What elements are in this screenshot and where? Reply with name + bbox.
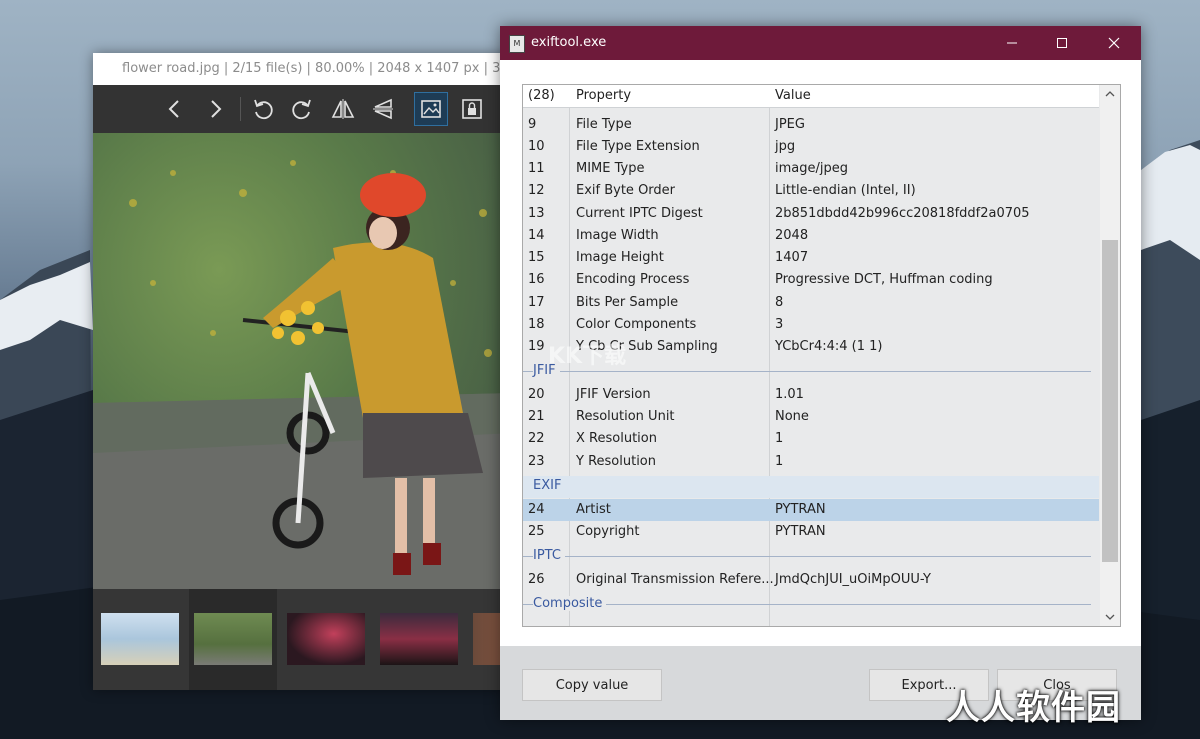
minimize-icon[interactable] xyxy=(987,26,1037,60)
group-header-iptc[interactable]: IPTC xyxy=(523,546,1099,568)
girl-with-bicycle-photo xyxy=(93,133,513,589)
kk-watermark: KK下载 xyxy=(548,344,627,369)
table-row[interactable]: 21 Resolution Unit None xyxy=(523,406,1099,428)
table-row[interactable]: 15 Image Height 1407 xyxy=(523,247,1099,269)
table-row[interactable]: 20 JFIF Version 1.01 xyxy=(523,384,1099,406)
thumbnail-1[interactable] xyxy=(101,613,179,665)
app-icon: M xyxy=(509,35,525,53)
toolbar-divider xyxy=(240,97,241,121)
table-row[interactable]: 10 File Type Extension jpg xyxy=(523,136,1099,158)
exiftool-title-bar: M exiftool.exe xyxy=(500,26,1141,60)
table-row[interactable]: 12 Exif Byte Order Little-endian (Intel, I… xyxy=(523,180,1099,202)
column-header-value[interactable]: Value xyxy=(775,88,811,103)
rotate-right-icon[interactable] xyxy=(286,93,318,125)
column-header-property[interactable]: Property xyxy=(576,88,631,103)
flip-vertical-icon[interactable] xyxy=(367,93,399,125)
site-watermark: 人人软件园 xyxy=(946,688,1121,728)
table-row[interactable]: 25 Copyright PYTRAN xyxy=(523,521,1099,543)
viewer-toolbar xyxy=(93,85,513,133)
scroll-down-icon[interactable] xyxy=(1100,608,1120,626)
grid-header: (28) Property Value xyxy=(523,85,1099,108)
table-row[interactable]: 23 Y Resolution 1 xyxy=(523,451,1099,473)
column-header-count[interactable]: (28) xyxy=(528,88,555,103)
table-row[interactable]: 18 Color Components 3 xyxy=(523,314,1099,336)
table-row[interactable]: 17 Bits Per Sample 8 xyxy=(523,292,1099,314)
table-row[interactable]: 26 Original Transmission Refere... JmdQchJ… xyxy=(523,569,1099,591)
lock-icon[interactable] xyxy=(456,93,488,125)
thumbnail-3[interactable] xyxy=(287,613,365,665)
close-icon[interactable] xyxy=(1089,26,1139,60)
image-viewer-window: flower road.jpg | 2/15 file(s) | 80.00% … xyxy=(93,53,513,690)
window-title: exiftool.exe xyxy=(531,35,607,50)
vertical-scrollbar[interactable] xyxy=(1100,85,1120,626)
exiftool-window: M exiftool.exe (28) Property Value 9 Fil… xyxy=(500,26,1141,720)
copy-value-button[interactable]: Copy value xyxy=(522,669,662,701)
table-row[interactable]: 14 Image Width 2048 xyxy=(523,225,1099,247)
thumbnail-strip xyxy=(93,589,513,690)
table-row-selected[interactable]: 24 Artist PYTRAN xyxy=(523,499,1099,521)
table-row[interactable]: 9 File Type JPEG xyxy=(523,114,1099,136)
table-row[interactable]: 11 MIME Type image/jpeg xyxy=(523,158,1099,180)
thumbnail-2[interactable] xyxy=(194,613,272,665)
rotate-left-icon[interactable] xyxy=(247,93,279,125)
scroll-up-icon[interactable] xyxy=(1100,85,1120,103)
table-row[interactable]: 22 X Resolution 1 xyxy=(523,428,1099,450)
main-photo xyxy=(93,133,513,589)
table-row[interactable]: 13 Current IPTC Digest 2b851dbdd42b996cc20… xyxy=(523,203,1099,225)
image-info-icon[interactable] xyxy=(414,92,448,126)
viewer-title-bar: flower road.jpg | 2/15 file(s) | 80.00% … xyxy=(93,53,513,85)
chevron-right-icon[interactable] xyxy=(199,93,231,125)
group-header-exif[interactable]: EXIF xyxy=(523,476,1099,498)
table-row[interactable]: 16 Encoding Process Progressive DCT, Huffm… xyxy=(523,269,1099,291)
thumbnail-4[interactable] xyxy=(380,613,458,665)
maximize-icon[interactable] xyxy=(1037,26,1087,60)
flip-horizontal-icon[interactable] xyxy=(327,93,359,125)
scrollbar-thumb[interactable] xyxy=(1102,240,1118,562)
chevron-left-icon[interactable] xyxy=(159,93,191,125)
group-header-composite[interactable]: Composite xyxy=(523,594,1099,616)
